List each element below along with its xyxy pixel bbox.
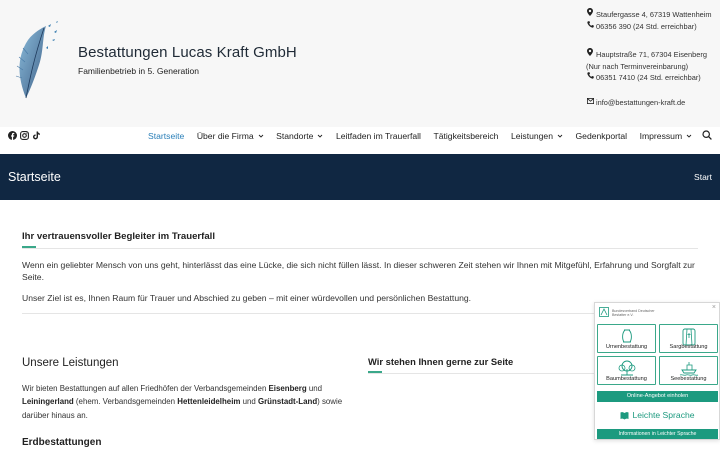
services-heading: Unsere Leistungen: [22, 357, 119, 369]
support-heading: Wir stehen Ihnen gerne zur Seite: [368, 356, 514, 367]
book-icon: [620, 411, 629, 419]
phone-icon: [586, 72, 594, 84]
social-links: [8, 131, 41, 140]
intro-heading: Ihr vertrauensvoller Begleiter im Trauer…: [22, 231, 216, 242]
page-title: Startseite: [8, 170, 61, 184]
nav-item-startseite[interactable]: Startseite: [148, 131, 184, 141]
nav-item-impressum[interactable]: Impressum: [640, 131, 693, 141]
contact-info: Staufergasse 4, 67319 Wattenheim 06356 3…: [586, 8, 720, 108]
instagram-icon[interactable]: [20, 131, 29, 140]
breadcrumb[interactable]: Start: [694, 172, 712, 182]
address-wattenheim: Staufergasse 4, 67319 Wattenheim: [586, 8, 720, 21]
bdb-logo-text: Bundesverband Deutscher Bestatter e.V.: [612, 309, 655, 318]
location-pin-icon: [586, 48, 594, 61]
card-sargbestattung[interactable]: Sargbestattung: [659, 324, 718, 353]
page-title-bar: Startseite Start: [0, 154, 720, 200]
burial-heading: Erdbestattungen: [22, 437, 102, 448]
services-paragraph: Wir bieten Bestattungen auf allen Friedh…: [22, 384, 343, 420]
divider: [22, 248, 698, 249]
nav-item-ueber-die-firma[interactable]: Über die Firma: [197, 131, 264, 141]
burial-type-grid: Urnenbestattung Sargbestattung Baumbesta…: [597, 324, 718, 385]
nav-item-taetigkeitsbereich[interactable]: Tätigkeitsbereich: [433, 131, 498, 141]
close-icon[interactable]: ×: [712, 304, 716, 311]
phone-wattenheim[interactable]: 06356 390 (24 Std. erreichbar): [586, 20, 720, 33]
email-link[interactable]: info@bestattungen-kraft.de: [586, 97, 720, 109]
search-icon[interactable]: [702, 130, 712, 140]
chevron-down-icon: [318, 134, 323, 138]
feather-logo[interactable]: [8, 18, 66, 102]
location-pin-icon: [586, 8, 594, 21]
envelope-icon: [586, 97, 594, 109]
address-eisenberg: Hauptstraße 71, 67304 Eisenberg: [586, 48, 720, 61]
bdb-logo-icon: [599, 307, 609, 317]
nav-item-standorte[interactable]: Standorte: [276, 131, 323, 141]
brand-tagline: Familienbetrieb in 5. Generation: [78, 66, 199, 76]
chevron-down-icon: [557, 134, 563, 138]
nav-item-leistungen[interactable]: Leistungen: [511, 131, 563, 141]
facebook-icon[interactable]: [8, 131, 17, 140]
card-baumbestattung[interactable]: Baumbestattung: [597, 356, 656, 385]
nav-item-gedenkportal[interactable]: Gedenkportal: [576, 131, 628, 141]
phone-eisenberg[interactable]: 06351 7410 (24 Std. erreichbar): [586, 72, 720, 84]
tiktok-icon[interactable]: [32, 131, 41, 140]
phone-icon: [586, 20, 594, 33]
card-urnenbestattung[interactable]: Urnenbestattung: [597, 324, 656, 353]
tree-icon: [618, 360, 635, 376]
online-offer-button[interactable]: Online-Angebot einholen: [597, 391, 718, 402]
nav-item-leitfaden[interactable]: Leitfaden im Trauerfall: [336, 131, 421, 141]
brand-name[interactable]: Bestattungen Lucas Kraft GmbH: [78, 44, 297, 61]
easy-language-link[interactable]: Leichte Sprache: [597, 406, 718, 424]
urn-icon: [621, 329, 632, 343]
card-seebestattung[interactable]: Seebestattung: [659, 356, 718, 385]
divider: [368, 373, 594, 374]
bdb-widget: × Bundesverband Deutscher Bestatter e.V.…: [594, 302, 720, 440]
address-note: (Nur nach Terminvereinbarung): [586, 61, 689, 71]
chevron-down-icon: [686, 134, 692, 138]
site-header: Bestattungen Lucas Kraft GmbH Familienbe…: [0, 0, 720, 127]
easy-language-info-button[interactable]: Informationen in Leichter Sprache: [597, 429, 718, 439]
chevron-down-icon: [258, 134, 263, 138]
intro-paragraph-1: Wenn ein geliebter Mensch von uns geht, …: [22, 260, 695, 282]
main-navigation: Startseite Über die Firma Standorte Leit…: [148, 131, 705, 141]
ship-icon: [679, 362, 698, 376]
